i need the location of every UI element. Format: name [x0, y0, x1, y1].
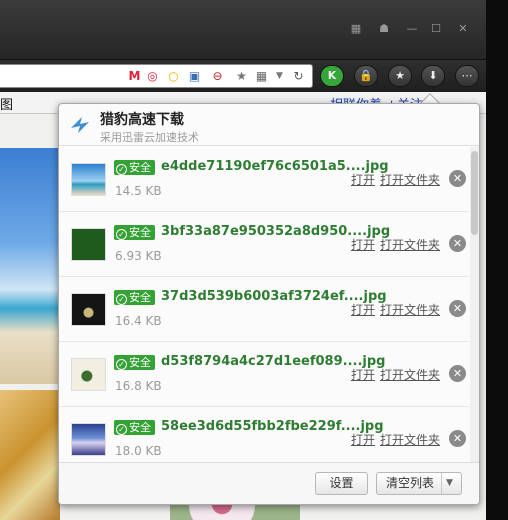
search-icon[interactable]: ◎: [145, 69, 160, 84]
favorite-button[interactable]: ★: [388, 65, 412, 87]
block-icon[interactable]: ⊖: [210, 69, 225, 84]
panel-title: 猎豹高速下载: [100, 112, 184, 128]
tile-icon[interactable]: ▦: [345, 20, 367, 38]
qrcode-icon[interactable]: ▦: [254, 69, 269, 84]
clear-list-button[interactable]: 清空列表 ▼: [376, 472, 462, 495]
download-button[interactable]: ⬇: [421, 65, 445, 87]
refresh-icon[interactable]: ↻: [291, 69, 306, 84]
list-item: ✓ 安全 e4dde71190ef76c6501a5....jpg 14.5 KB…: [59, 147, 469, 212]
scrollbar-thumb[interactable]: [471, 151, 478, 235]
check-icon: ✓: [116, 424, 127, 435]
settings-button[interactable]: 设置: [315, 472, 368, 495]
thumbnail: [71, 293, 106, 326]
bookmark-item[interactable]: 图: [0, 94, 13, 113]
minimize-button[interactable]: —: [401, 20, 423, 38]
beach-image: [0, 148, 60, 384]
open-folder-link[interactable]: 打开文件夹: [380, 301, 440, 318]
safe-badge: ✓ 安全: [114, 225, 155, 240]
lock-button[interactable]: 🔒: [354, 65, 378, 87]
bubble-icon[interactable]: ○: [166, 69, 181, 84]
remove-icon[interactable]: ✕: [449, 430, 466, 447]
list-item: ✓ 安全 d53f8794a4c27d1eef089....jpg 16.8 KB…: [59, 342, 469, 407]
scrollbar[interactable]: [470, 147, 479, 462]
remove-icon[interactable]: ✕: [449, 300, 466, 317]
list-item: ✓ 安全 58ee3d6d55fbb2fbe229f....jpg 18.0 KB…: [59, 407, 469, 462]
cheetah-logo-icon: [71, 117, 89, 133]
open-link[interactable]: 打开: [351, 366, 375, 383]
open-link[interactable]: 打开: [351, 171, 375, 188]
file-size: 16.8 KB: [115, 379, 162, 393]
address-bar[interactable]: M ◎ ○ ▣ ⊖ ★ ▦ ▼ ↻: [0, 64, 313, 88]
remove-icon[interactable]: ✕: [449, 235, 466, 252]
open-folder-link[interactable]: 打开文件夹: [380, 171, 440, 188]
panel-footer: 设置 清空列表 ▼: [59, 462, 479, 504]
open-link[interactable]: 打开: [351, 236, 375, 253]
remove-icon[interactable]: ✕: [449, 170, 466, 187]
close-window-button[interactable]: ✕: [452, 20, 474, 38]
check-icon: ✓: [116, 359, 127, 370]
panel-header: 猎豹高速下载 采用迅雷云加速技术: [59, 104, 479, 146]
browser-toolbar: M ◎ ○ ▣ ⊖ ★ ▦ ▼ ↻ K 🔒 ★ ⬇ ⋯: [0, 60, 486, 92]
more-button[interactable]: ⋯: [455, 65, 479, 87]
check-icon: ✓: [116, 294, 127, 305]
thumbnail: [71, 163, 106, 196]
thumbnail: [71, 423, 106, 456]
open-link[interactable]: 打开: [351, 301, 375, 318]
flower-image: [0, 390, 60, 520]
safe-badge: ✓ 安全: [114, 420, 155, 435]
list-item: ✓ 安全 37d3d539b6003af3724ef....jpg 16.4 KB…: [59, 277, 469, 342]
chevron-down-icon[interactable]: ▼: [446, 473, 453, 494]
safe-badge: ✓ 安全: [114, 290, 155, 305]
file-size: 6.93 KB: [115, 249, 162, 263]
open-folder-link[interactable]: 打开文件夹: [380, 366, 440, 383]
open-folder-link[interactable]: 打开文件夹: [380, 431, 440, 448]
skin-icon[interactable]: ☗: [373, 20, 395, 38]
download-panel: 猎豹高速下载 采用迅雷云加速技术 ✓ 安全 e4dde71190ef76c6501…: [58, 103, 480, 505]
safe-badge: ✓ 安全: [114, 160, 155, 175]
maximize-button[interactable]: ☐: [425, 20, 447, 38]
check-icon: ✓: [116, 164, 127, 175]
mail-icon[interactable]: M: [127, 69, 142, 84]
file-size: 18.0 KB: [115, 444, 162, 458]
clear-list-label: 清空列表: [386, 476, 435, 490]
open-folder-link[interactable]: 打开文件夹: [380, 236, 440, 253]
dropdown-icon[interactable]: ▼: [272, 69, 287, 84]
remove-icon[interactable]: ✕: [449, 365, 466, 382]
list-item: ✓ 安全 3bf33a87e950352a8d950....jpg 6.93 KB…: [59, 212, 469, 277]
check-icon: ✓: [116, 229, 127, 240]
thumbnail: [71, 358, 106, 391]
panel-subtitle: 采用迅雷云加速技术: [100, 131, 199, 144]
thumbnail: [71, 228, 106, 261]
file-size: 16.4 KB: [115, 314, 162, 328]
safe-badge: ✓ 安全: [114, 355, 155, 370]
star-icon[interactable]: ★: [234, 69, 249, 84]
button-divider: [441, 473, 442, 494]
open-link[interactable]: 打开: [351, 431, 375, 448]
file-size: 14.5 KB: [115, 184, 162, 198]
k-button[interactable]: K: [320, 65, 344, 87]
browser-titlebar: ▦ ☗ — ☐ ✕: [0, 0, 486, 60]
image-icon[interactable]: ▣: [187, 69, 202, 84]
download-list: ✓ 安全 e4dde71190ef76c6501a5....jpg 14.5 KB…: [59, 147, 479, 462]
window-edge: [486, 0, 508, 520]
